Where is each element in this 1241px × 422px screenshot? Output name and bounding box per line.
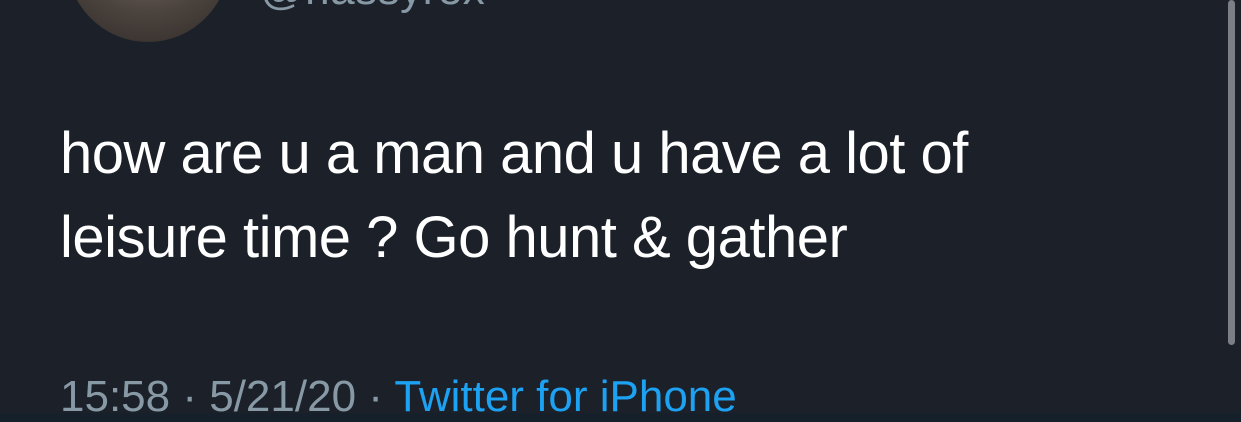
tweet-time: 15:58 bbox=[60, 372, 171, 421]
meta-separator-2: · bbox=[368, 372, 383, 421]
user-handle[interactable]: @nassyrex bbox=[260, 0, 485, 12]
tweet-text-line-1: how are u a man and u have a lot of bbox=[60, 121, 968, 186]
meta-separator-1: · bbox=[182, 372, 197, 421]
tweet-source-link[interactable]: Twitter for iPhone bbox=[394, 372, 736, 421]
tweet-date: 5/21/20 bbox=[209, 372, 357, 421]
tweet-text-line-2: leisure time ? Go hunt & gather bbox=[60, 205, 848, 270]
tweet-meta: 15:58 · 5/21/20 · Twitter for iPhone bbox=[60, 372, 737, 422]
tweet-card: @nassyrex how are u a man and u have a l… bbox=[0, 0, 1241, 421]
vertical-scrollbar[interactable] bbox=[1228, 0, 1235, 345]
tweet-text: how are u a man and u have a lot of leis… bbox=[60, 112, 1180, 280]
avatar[interactable] bbox=[67, 0, 229, 42]
